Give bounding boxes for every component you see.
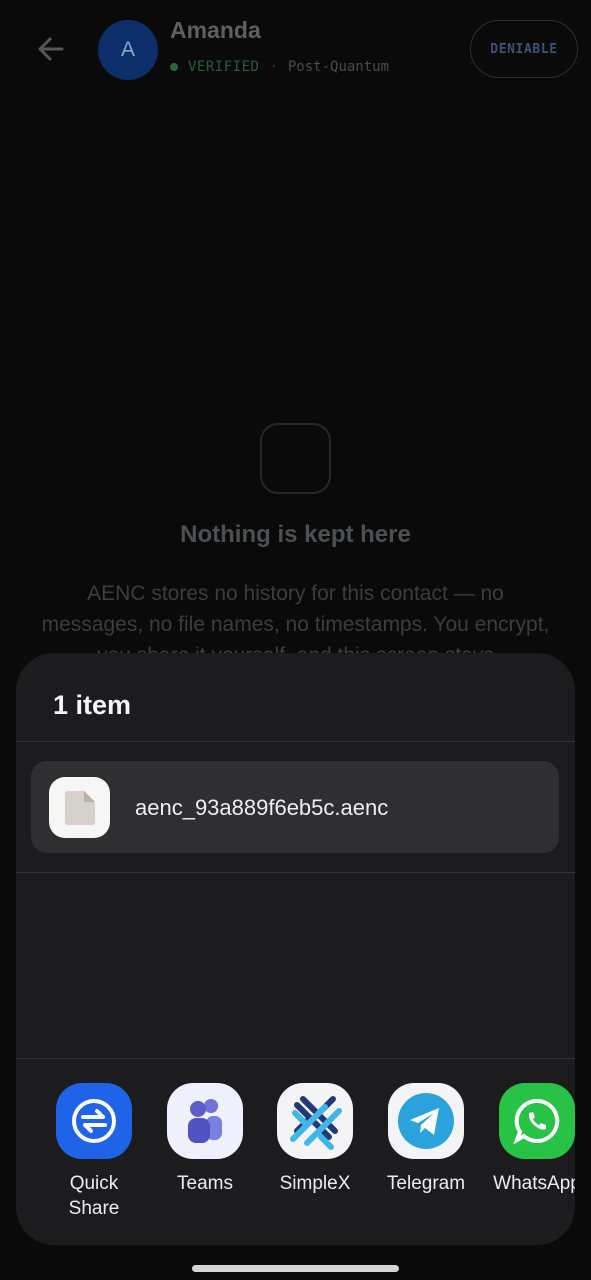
verified-label: VERIFIED bbox=[188, 59, 260, 75]
simplex-icon bbox=[277, 1083, 353, 1159]
quick-share-icon bbox=[56, 1083, 132, 1159]
verified-dot-icon bbox=[170, 63, 178, 71]
share-target-telegram[interactable]: Telegram bbox=[371, 1083, 481, 1196]
share-target-quick-share[interactable]: Quick Share bbox=[39, 1083, 149, 1221]
divider bbox=[16, 1058, 575, 1059]
deniable-mode-button[interactable]: DENIABLE bbox=[470, 20, 578, 78]
share-sheet: 1 item aenc_93a889f6eb5c.aenc Quick Shar… bbox=[16, 653, 575, 1245]
file-icon bbox=[49, 777, 110, 838]
empty-state-icon bbox=[260, 423, 331, 494]
verification-status: VERIFIED · Post-Quantum bbox=[170, 59, 389, 75]
avatar[interactable]: A bbox=[98, 20, 158, 80]
protocol-label: Post-Quantum bbox=[287, 59, 390, 75]
app-label: Quick Share bbox=[68, 1173, 120, 1219]
back-arrow-icon[interactable] bbox=[34, 32, 68, 66]
app-label: Teams bbox=[177, 1173, 233, 1194]
telegram-icon bbox=[388, 1083, 464, 1159]
empty-state-title: Nothing is kept here bbox=[180, 521, 411, 548]
file-name: aenc_93a889f6eb5c.aenc bbox=[135, 795, 389, 820]
app-label: SimpleX bbox=[279, 1173, 351, 1194]
app-label: WhatsApp bbox=[493, 1173, 575, 1194]
contact-name: Amanda bbox=[170, 17, 261, 43]
share-target-teams[interactable]: Teams bbox=[150, 1083, 260, 1196]
share-target-simplex[interactable]: SimpleX bbox=[260, 1083, 370, 1196]
avatar-initial: A bbox=[120, 38, 135, 61]
status-separator: · bbox=[269, 59, 278, 75]
teams-icon bbox=[167, 1083, 243, 1159]
app-label: Telegram bbox=[386, 1173, 466, 1194]
share-targets-row: Quick Share Teams SimpleX Telegram Whats… bbox=[16, 1083, 575, 1233]
divider bbox=[16, 741, 575, 742]
share-sheet-title: 1 item bbox=[53, 690, 132, 720]
whatsapp-icon bbox=[499, 1083, 575, 1159]
home-gesture-bar[interactable] bbox=[192, 1265, 399, 1272]
share-target-whatsapp[interactable]: WhatsApp bbox=[482, 1083, 575, 1196]
divider bbox=[16, 872, 575, 873]
shared-file-card[interactable]: aenc_93a889f6eb5c.aenc bbox=[31, 761, 559, 853]
